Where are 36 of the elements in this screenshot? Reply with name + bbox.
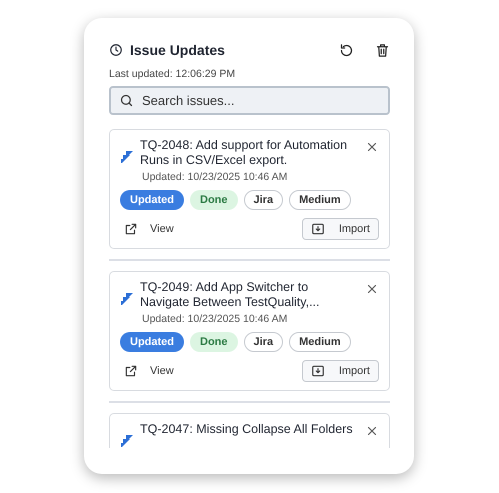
search-icon <box>119 93 134 108</box>
last-updated-text: Last updated: 12:06:29 PM <box>109 68 236 80</box>
tag: Done <box>190 190 238 210</box>
close-icon <box>365 282 379 296</box>
close-icon <box>365 424 379 438</box>
close-button[interactable] <box>365 140 379 154</box>
external-link-icon <box>124 364 138 378</box>
download-icon <box>310 222 325 236</box>
delete-button[interactable] <box>375 42 390 58</box>
issue-title: TQ-2047: Missing Collapse All Folders <box>140 422 354 437</box>
download-icon <box>310 364 325 378</box>
close-button[interactable] <box>365 282 379 296</box>
view-link[interactable]: View <box>120 222 174 236</box>
tag: Done <box>190 332 238 352</box>
panel-title: Issue Updates <box>130 42 226 58</box>
updated-date: Updated: 10/23/2025 10:46 AM <box>142 171 288 183</box>
issue-title: TQ-2048: Add support for Automation Runs in CSV/Excel export. <box>140 138 348 168</box>
updated-date: Updated: 10/23/2025 10:46 AM <box>142 313 288 325</box>
tag: Jira <box>244 190 284 210</box>
tag: Updated <box>120 190 184 210</box>
view-link[interactable]: View <box>120 364 174 378</box>
external-link-icon <box>124 222 138 236</box>
tag: Updated <box>120 332 184 352</box>
import-button[interactable]: Import <box>302 360 379 382</box>
clock-icon <box>109 43 123 57</box>
trash-icon <box>375 42 390 58</box>
import-button[interactable]: Import <box>302 218 379 240</box>
tag: Jira <box>244 332 284 352</box>
close-icon <box>365 140 379 154</box>
search-field[interactable]: Search issues... <box>109 86 390 115</box>
tag: Medium <box>289 190 351 210</box>
tag: Medium <box>289 332 351 352</box>
close-button[interactable] <box>365 424 379 438</box>
refresh-icon <box>339 42 354 58</box>
issue-title: TQ-2049: Add App Switcher to Navigate Between TestQuality,... <box>140 280 320 310</box>
refresh-button[interactable] <box>339 42 354 58</box>
